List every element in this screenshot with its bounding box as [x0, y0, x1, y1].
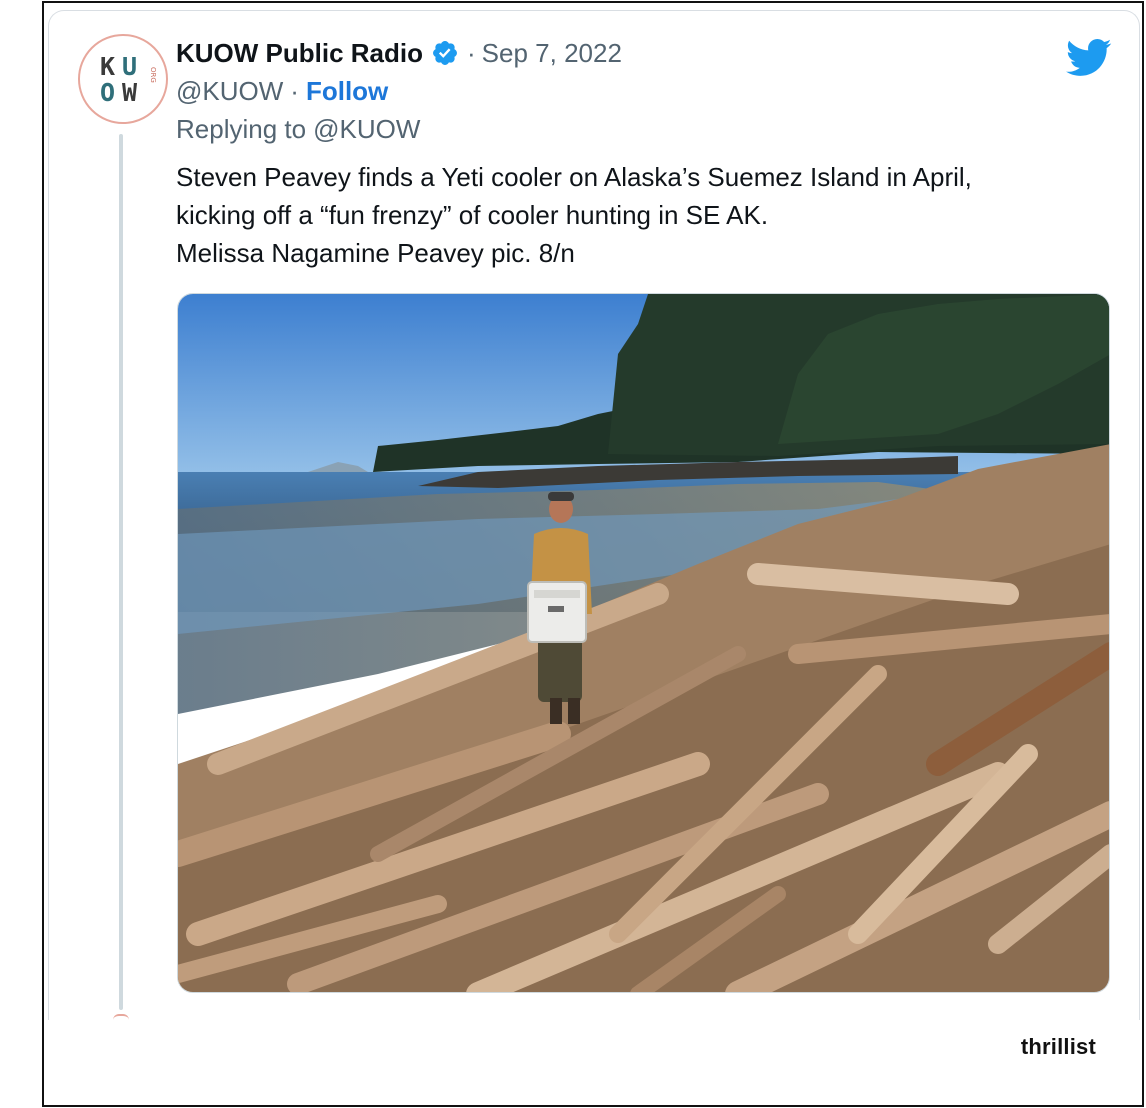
thread-line — [119, 134, 123, 1010]
tweet-date[interactable]: Sep 7, 2022 — [482, 38, 622, 69]
tweet-body: Steven Peavey finds a Yeti cooler on Ala… — [176, 158, 1096, 272]
replying-to-handle[interactable]: @KUOW — [313, 114, 420, 145]
avatar[interactable]: K U O W ORG — [78, 34, 168, 124]
logo-letter-u: U — [122, 52, 137, 81]
beach-photo — [178, 294, 1109, 992]
header-separator: · — [467, 37, 476, 68]
tweet-header: KUOW Public Radio · Sep 7, 2022 — [176, 36, 622, 70]
replying-to-row: Replying to @KUOW — [176, 112, 420, 146]
handle-separator: · — [290, 75, 299, 106]
logo-suffix: ORG — [149, 67, 157, 83]
verified-badge-icon — [433, 41, 457, 65]
logo-letter-o: O — [100, 78, 115, 107]
handle-row: @KUOW · Follow — [176, 74, 388, 108]
thrillist-watermark: thrillist — [1020, 1034, 1096, 1059]
twitter-bird-icon[interactable] — [1066, 38, 1112, 78]
display-name[interactable]: KUOW Public Radio — [176, 38, 423, 69]
tweet-text-line: Melissa Nagamine Peavey pic. 8/n — [176, 238, 575, 268]
logo-letter-k: K — [100, 52, 115, 81]
user-handle[interactable]: @KUOW — [176, 76, 283, 107]
tweet-photo[interactable] — [177, 293, 1110, 993]
tweet-text-line: Steven Peavey finds a Yeti cooler on Ala… — [176, 162, 972, 192]
thread-connector — [113, 1014, 129, 1020]
replying-to-label: Replying to — [176, 113, 307, 144]
follow-button[interactable]: Follow — [306, 76, 388, 107]
logo-letter-w: W — [122, 78, 138, 107]
kuow-logo: K U O W ORG — [100, 52, 157, 107]
tweet-text-line: kicking off a “fun frenzy” of cooler hun… — [176, 200, 769, 230]
